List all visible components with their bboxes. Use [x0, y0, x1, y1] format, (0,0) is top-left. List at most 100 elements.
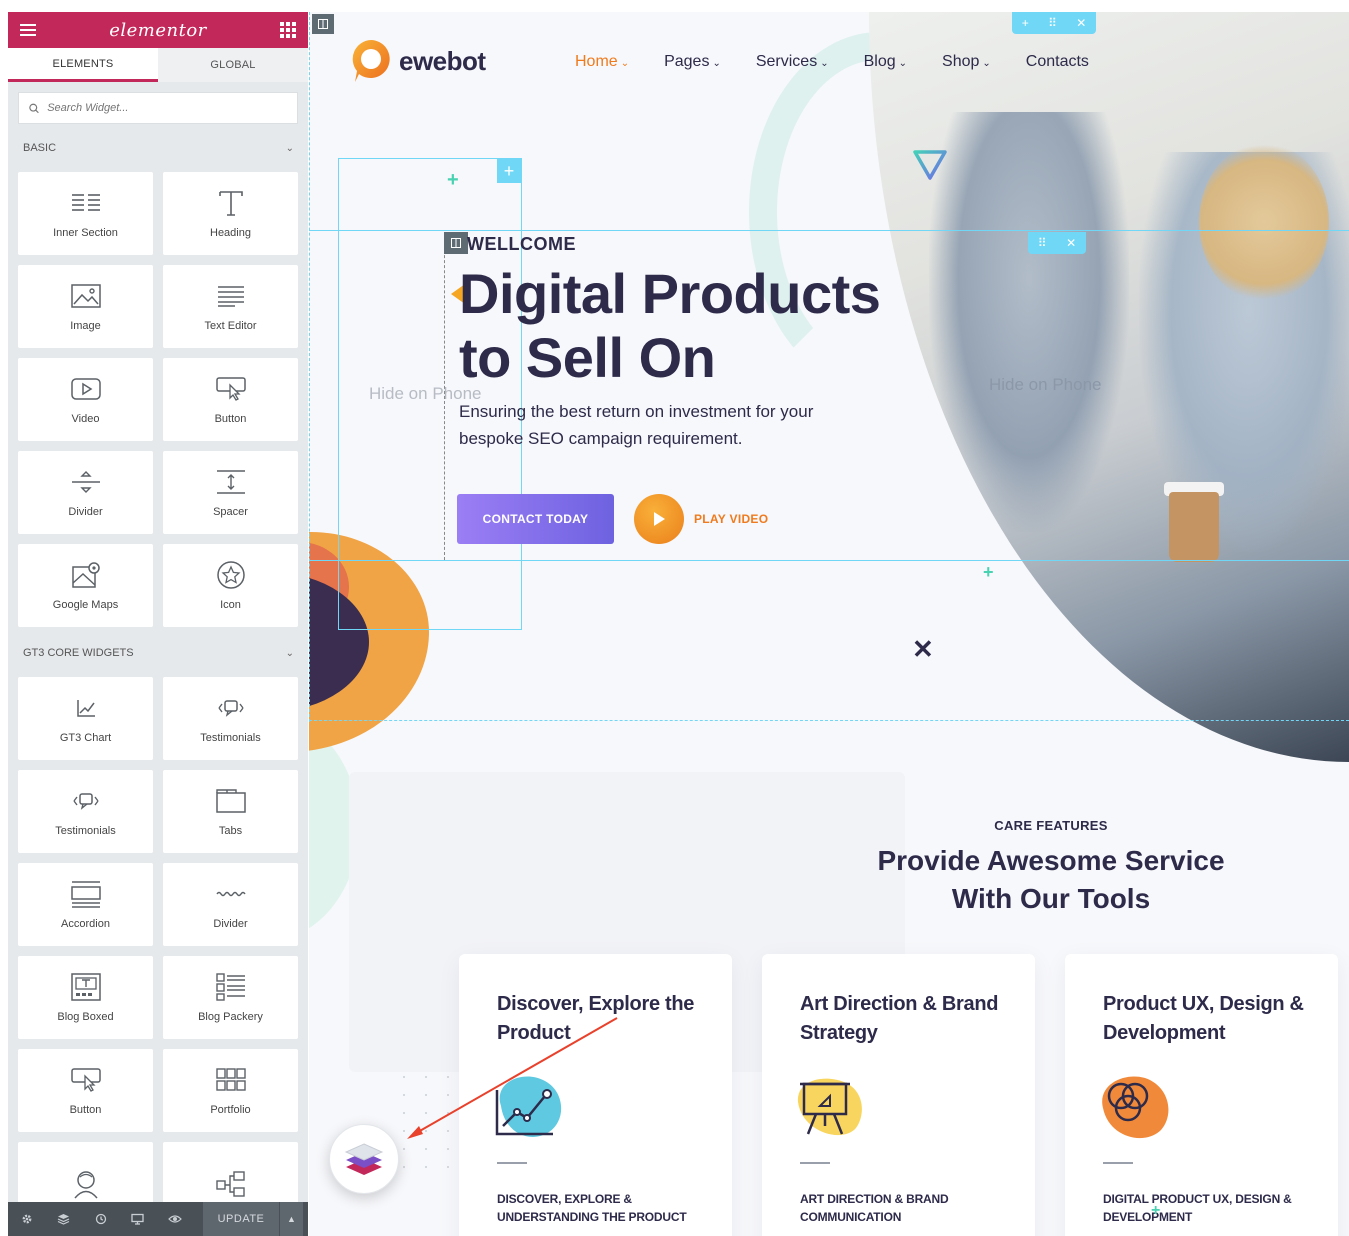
flow-icon	[215, 1170, 247, 1198]
nav-item-pages[interactable]: Pages ⌄	[664, 53, 721, 71]
widget-gt3-chart[interactable]: GT3 Chart	[18, 677, 153, 760]
nav-item-home[interactable]: Home ⌄	[575, 53, 629, 71]
widget-google-maps[interactable]: Google Maps	[18, 544, 153, 627]
decor-outline-triangle	[913, 150, 947, 180]
layers-button[interactable]	[329, 1124, 399, 1194]
add-section-icon[interactable]: +	[1022, 16, 1029, 30]
contact-today-button[interactable]: CONTACT TODAY	[457, 494, 614, 544]
nav-item-shop[interactable]: Shop ⌄	[942, 53, 991, 71]
widget-button[interactable]: Button	[163, 358, 298, 441]
widget-icon[interactable]: Icon	[163, 544, 298, 627]
feature-card-title: Product UX, Design & Development	[1103, 993, 1304, 1044]
widget-image[interactable]: Image	[18, 265, 153, 348]
site-header: ewebot Home ⌄ Pages ⌄ Services ⌄ Blog ⌄ Shop ⌄ Con…	[349, 38, 1089, 84]
ewebot-logo-icon	[352, 40, 390, 82]
drag-icon[interactable]: ⠿	[1038, 236, 1047, 250]
text-editor-icon	[215, 282, 247, 310]
update-button[interactable]: UPDATE	[203, 1202, 279, 1236]
feature-card-divider	[497, 1162, 527, 1164]
delete-section-icon[interactable]: ✕	[1076, 16, 1086, 30]
chevron-down-icon: ⌄	[898, 58, 908, 69]
widget-label: Image	[70, 319, 101, 332]
inner-section-handle[interactable]: ⠿ ✕	[1028, 232, 1086, 254]
wave-divider-icon	[215, 880, 247, 908]
nav-item-blog[interactable]: Blog ⌄	[864, 53, 907, 71]
main-menu: Home ⌄ Pages ⌄ Services ⌄ Blog ⌄ Shop ⌄ Contacts	[575, 53, 1124, 71]
widget-testimonials[interactable]: Testimonials	[18, 770, 153, 853]
widgets-grid-icon[interactable]	[280, 22, 296, 38]
play-video-label[interactable]: PLAY VIDEO	[694, 512, 768, 526]
chevron-down-icon: ⌄	[620, 58, 630, 69]
nav-label: Home	[575, 53, 618, 70]
section-handle[interactable]: + ⠿ ✕	[1012, 12, 1096, 34]
section-edit-handle[interactable]	[312, 14, 334, 34]
category-title: BASIC	[23, 142, 57, 154]
tab-global[interactable]: GLOBAL	[158, 48, 308, 82]
widget-divider[interactable]: Divider	[163, 863, 298, 946]
history-icon[interactable]	[82, 1202, 119, 1236]
star-icon	[215, 560, 247, 589]
widget-portfolio[interactable]: Portfolio	[163, 1049, 298, 1132]
chevron-down-icon: ⌄	[820, 58, 829, 69]
widget-button[interactable]: Button	[18, 1049, 153, 1132]
feature-card-title: Art Direction & Brand Strategy	[800, 993, 999, 1044]
section-outline-bottom	[309, 720, 1349, 722]
column-icon	[451, 238, 461, 248]
map-icon	[70, 561, 102, 589]
heading-icon	[215, 189, 247, 217]
widget-blog-boxed[interactable]: Blog Boxed	[18, 956, 153, 1039]
hide-on-phone-label-2: Hide on Phone	[989, 375, 1102, 394]
widget-label: GT3 Chart	[59, 731, 112, 744]
decor-x-icon: ✕	[912, 634, 934, 664]
column-divider	[444, 240, 445, 560]
site-logo[interactable]: ewebot	[349, 38, 486, 84]
hero-subtitle: Ensuring the best return on investment f…	[459, 402, 814, 448]
widget-text-editor[interactable]: Text Editor	[163, 265, 298, 348]
nav-item-contacts[interactable]: Contacts	[1026, 53, 1089, 71]
easel-icon	[797, 1078, 862, 1136]
widget-accordion[interactable]: Accordion	[18, 863, 153, 946]
settings-icon[interactable]	[8, 1202, 45, 1236]
tab-elements[interactable]: ELEMENTS	[8, 48, 158, 82]
menu-icon[interactable]	[20, 24, 36, 36]
decor-plus-icon-3: +	[1151, 1202, 1161, 1219]
category-header[interactable]: BASIC ⌄	[8, 134, 308, 162]
column-handle[interactable]	[444, 232, 468, 254]
drag-section-icon[interactable]: ⠿	[1048, 16, 1057, 30]
widget-label: Tabs	[218, 824, 243, 837]
widget-tabs[interactable]: Tabs	[163, 770, 298, 853]
chevron-down-icon[interactable]: ⌄	[286, 648, 294, 659]
feature-card[interactable]: Discover, Explore the Product DISCOVER, E…	[459, 954, 732, 1236]
close-icon[interactable]: ✕	[1066, 236, 1076, 250]
portfolio-icon	[215, 1066, 247, 1094]
widget-grid: Inner Section Heading Image Text Editor Vide…	[8, 162, 308, 639]
quote-icon	[70, 787, 102, 815]
responsive-mode-icon[interactable]	[119, 1202, 156, 1236]
widget-testimonials[interactable]: Testimonials	[163, 677, 298, 760]
feature-card[interactable]: Product UX, Design & Development DIGITAL …	[1065, 954, 1338, 1236]
widget-search	[18, 92, 298, 124]
search-widget-input[interactable]	[47, 102, 287, 114]
decor-dot-grid	[403, 1076, 453, 1168]
widget-heading[interactable]: Heading	[163, 172, 298, 255]
add-widget-button[interactable]: +	[497, 159, 521, 183]
button-icon	[215, 375, 247, 403]
nav-item-services[interactable]: Services ⌄	[756, 53, 829, 71]
widget-divider[interactable]: Divider	[18, 451, 153, 534]
update-options-button[interactable]: ▲	[279, 1202, 303, 1236]
widget-video[interactable]: Video	[18, 358, 153, 441]
widget-spacer[interactable]: Spacer	[163, 451, 298, 534]
navigator-icon[interactable]	[45, 1202, 82, 1236]
feature-card[interactable]: Art Direction & Brand Strategy ART DIRECT…	[762, 954, 1035, 1236]
panel-header: elementor	[8, 12, 308, 48]
brand-name: ewebot	[399, 45, 486, 76]
play-video-button[interactable]	[634, 494, 684, 544]
widget-label: Button	[214, 412, 247, 425]
widget-inner-section[interactable]: Inner Section	[18, 172, 153, 255]
rings-icon	[1102, 1076, 1169, 1139]
preview-eye-icon[interactable]	[156, 1202, 193, 1236]
widget-blog-packery[interactable]: Blog Packery	[163, 956, 298, 1039]
play-icon	[654, 512, 665, 526]
chevron-down-icon[interactable]: ⌄	[286, 143, 294, 154]
category-header[interactable]: GT3 CORE WIDGETS ⌄	[8, 639, 308, 667]
